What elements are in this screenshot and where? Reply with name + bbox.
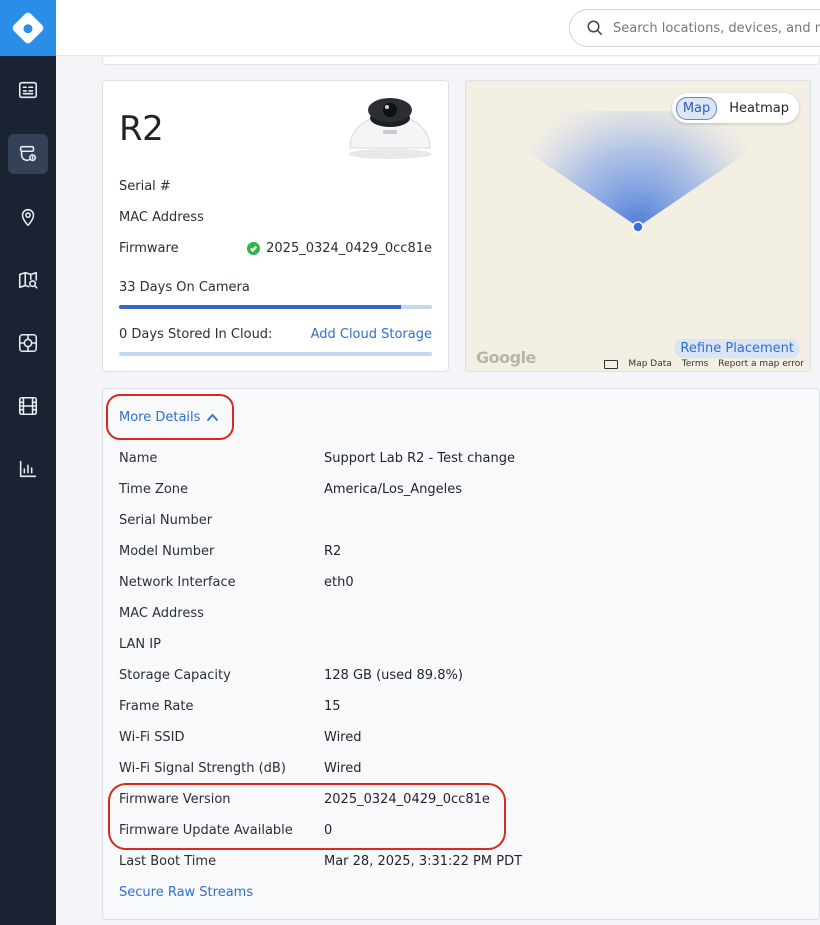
top-header [56, 0, 820, 56]
secure-raw-streams-link[interactable]: Secure Raw Streams [119, 885, 253, 900]
detail-value: R2 [324, 544, 342, 559]
camera-storage-fill [119, 305, 401, 309]
serial-label: Serial # [119, 179, 171, 194]
dashboard-icon [18, 81, 38, 99]
detail-label: Frame Rate [119, 699, 194, 714]
sidebar [0, 0, 56, 925]
terms-link[interactable]: Terms [682, 359, 709, 369]
detail-label: Wi-Fi SSID [119, 730, 185, 745]
app-logo[interactable] [0, 0, 56, 56]
refine-placement-button[interactable]: Refine Placement [674, 339, 800, 358]
check-circle-icon [247, 242, 261, 255]
devices-icon [19, 145, 37, 162]
bar-chart-icon [19, 460, 37, 478]
more-details-card: More Details Name Support Lab R2 - Test … [102, 388, 820, 920]
detail-value: eth0 [324, 575, 354, 590]
add-cloud-storage-link[interactable]: Add Cloud Storage [311, 327, 432, 342]
firmware-value: 2025_0324_0429_0cc81e [266, 241, 432, 256]
detail-label: Last Boot Time [119, 854, 217, 869]
previous-card [102, 57, 820, 65]
sidebar-item-devices[interactable] [8, 134, 48, 174]
map-search-icon [18, 271, 38, 289]
sidebar-item-analytics[interactable] [8, 449, 48, 489]
camera-image [348, 98, 432, 159]
detail-value: 2025_0324_0429_0cc81e [324, 792, 490, 807]
detail-value: 15 [324, 699, 341, 714]
detail-label: LAN IP [119, 637, 161, 652]
camera-name: R2 [119, 109, 164, 149]
detail-value: 0 [324, 823, 333, 838]
sidebar-item-maps[interactable] [8, 260, 48, 300]
film-icon [18, 396, 38, 416]
camera-storage-bar [119, 305, 432, 309]
more-details-label: More Details [119, 410, 201, 425]
detail-label: Wi-Fi Signal Strength (dB) [119, 761, 286, 776]
detail-label: Model Number [119, 544, 215, 559]
detail-value: 128 GB (used 89.8%) [324, 668, 463, 683]
detail-label: Storage Capacity [119, 668, 231, 683]
google-logo: Google [476, 348, 536, 367]
map-view-toggle: Map Heatmap [671, 93, 799, 123]
search-icon [587, 20, 603, 36]
firmware-label: Firmware [119, 241, 179, 256]
sidebar-item-archives[interactable] [8, 386, 48, 426]
sidebar-item-dashboard[interactable] [8, 70, 48, 110]
detail-label: Network Interface [119, 575, 236, 590]
logo-icon [11, 11, 45, 45]
detail-value: Wired [324, 730, 362, 745]
search-bar[interactable] [569, 9, 820, 47]
map-data-link[interactable]: Map Data [628, 359, 671, 369]
detail-value: Mar 28, 2025, 3:31:22 PM PDT [324, 854, 523, 869]
detail-label: Name [119, 451, 158, 466]
detail-value: Wired [324, 761, 362, 776]
camera-summary-card: R2 Serial # MAC Address Firmware 2025_03… [102, 80, 449, 372]
sidebar-item-locations[interactable] [8, 197, 48, 237]
search-input[interactable] [613, 20, 820, 36]
tab-heatmap[interactable]: Heatmap [723, 98, 795, 119]
firmware-status: 2025_0324_0429_0cc81e [247, 241, 432, 256]
detail-value: Support Lab R2 - Test change [324, 451, 515, 466]
device-detail-content: R2 Serial # MAC Address Firmware 2025_03… [56, 57, 820, 925]
detail-label: Time Zone [119, 482, 189, 497]
report-map-error-link[interactable]: Report a map error [718, 359, 804, 369]
detail-label: Serial Number [119, 513, 213, 528]
map-attribution: Map Data Terms Report a map error [604, 359, 804, 369]
sidebar-item-alerts[interactable] [8, 323, 48, 363]
more-details-toggle[interactable]: More Details [119, 410, 219, 425]
keyboard-icon[interactable] [604, 359, 619, 369]
detail-value: America/Los_Angeles [324, 482, 463, 497]
field-of-view-cone [506, 111, 770, 233]
camera-map[interactable]: Map Heatmap Refine Placement Google Map … [465, 80, 811, 372]
detail-label: MAC Address [119, 606, 204, 621]
location-pin-icon [21, 208, 35, 227]
days-in-cloud: 0 Days Stored In Cloud: [119, 327, 273, 342]
tab-map[interactable]: Map [675, 96, 718, 120]
chevron-up-icon [207, 413, 219, 422]
alert-dial-icon [18, 333, 38, 353]
mac-label: MAC Address [119, 210, 204, 225]
detail-label: Firmware Update Available [119, 823, 293, 838]
cloud-storage-bar [119, 352, 432, 356]
detail-label: Firmware Version [119, 792, 231, 807]
days-on-camera: 33 Days On Camera [119, 280, 250, 295]
